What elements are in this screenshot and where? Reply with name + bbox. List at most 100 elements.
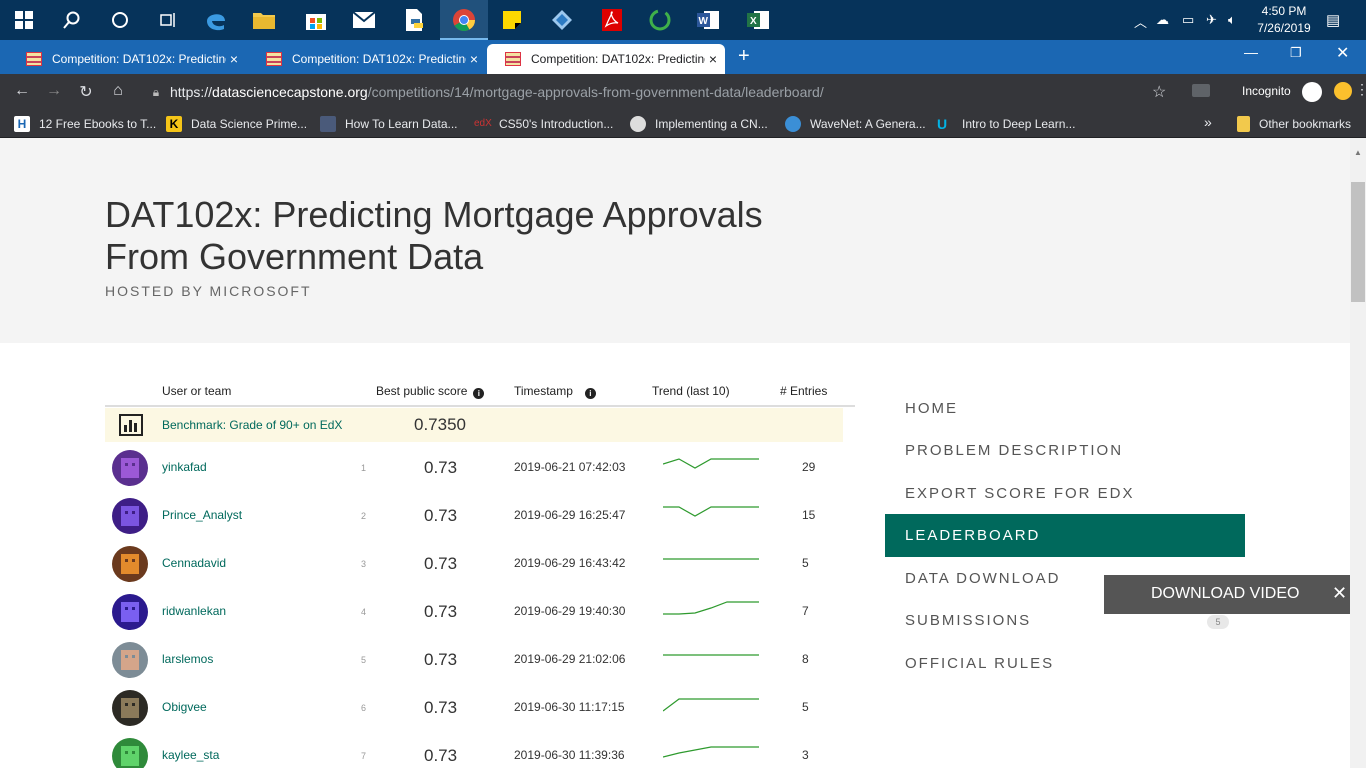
column-header-timestamp[interactable]: Timestamp i xyxy=(514,384,596,399)
team-name-link[interactable]: yinkafad xyxy=(162,460,207,474)
new-tab-button[interactable]: + xyxy=(738,45,750,68)
nav-home[interactable]: HOME xyxy=(885,390,1245,433)
nav-leaderboard[interactable]: LEADERBOARD xyxy=(885,514,1245,557)
word-icon[interactable]: W xyxy=(684,0,732,40)
onedrive-icon[interactable]: ☁ xyxy=(1156,12,1169,28)
task-view-icon[interactable] xyxy=(144,0,192,40)
column-header-score[interactable]: Best public score i xyxy=(376,384,485,399)
bookmark-star-icon[interactable]: ☆ xyxy=(1152,82,1166,102)
avatar[interactable] xyxy=(112,594,148,630)
team-name-link[interactable]: kaylee_sta xyxy=(162,748,219,762)
address-bar[interactable]: 🔒︎ https:// datasciencecapstone.org /com… xyxy=(142,79,1178,105)
chrome-icon[interactable] xyxy=(440,0,488,40)
browser-tab[interactable]: Competition: DAT102x: Predicting Mortgag… xyxy=(248,44,486,74)
team-name-link[interactable]: Cennadavid xyxy=(162,556,226,570)
mail-icon[interactable] xyxy=(340,0,388,40)
column-header-entries[interactable]: # Entries xyxy=(780,384,827,398)
tab-close-icon[interactable]: × xyxy=(470,51,478,67)
bookmark-item[interactable]: edX CS50's Introduction... xyxy=(474,116,613,132)
team-name-link[interactable]: ridwanlekan xyxy=(162,604,226,618)
lock-icon[interactable]: 🔒︎ xyxy=(142,85,170,100)
table-header-divider xyxy=(105,405,855,407)
tab-title: Competition: DAT102x: Predicting Mortgag… xyxy=(52,52,226,66)
edx-favicon-icon: edX xyxy=(474,118,492,129)
windows-start-icon[interactable] xyxy=(0,0,48,40)
taskbar-clock[interactable]: 4:50 PM 7/26/2019 xyxy=(1246,3,1322,37)
browser-tab[interactable]: Competition: DAT102x: Predicting Mortgag… xyxy=(8,44,246,74)
close-icon[interactable]: ✕ xyxy=(1332,583,1347,604)
url-host: datasciencecapstone.org xyxy=(212,84,368,100)
home-icon[interactable]: ⌂ xyxy=(108,82,128,100)
sticky-notes-icon[interactable] xyxy=(488,0,536,40)
team-name-link[interactable]: Obigvee xyxy=(162,700,207,714)
cortana-icon[interactable] xyxy=(96,0,144,40)
sync-app-icon[interactable] xyxy=(636,0,684,40)
bookmark-item[interactable]: Implementing a CN... xyxy=(630,116,768,132)
trend-sparkline xyxy=(663,506,759,517)
rank-number: 2 xyxy=(361,511,367,521)
avatar[interactable] xyxy=(112,546,148,582)
download-video-bar[interactable]: DOWNLOAD VIDEO ✕ xyxy=(1104,575,1350,614)
other-bookmarks[interactable]: Other bookmarks xyxy=(1237,116,1351,132)
window-close-icon[interactable]: ✕ xyxy=(1336,43,1349,63)
avatar[interactable] xyxy=(112,642,148,678)
url-scheme: https:// xyxy=(170,84,213,100)
hosted-by-label: HOSTED BY MICROSOFT xyxy=(105,283,312,299)
airplane-mode-icon[interactable]: ✈ xyxy=(1206,12,1217,28)
tab-title: Competition: DAT102x: Predicting Mortgag… xyxy=(292,52,466,66)
info-icon[interactable]: i xyxy=(473,388,485,399)
battery-icon[interactable]: ▭ xyxy=(1182,12,1194,28)
bookmark-item[interactable]: U Intro to Deep Learn... xyxy=(937,116,1075,132)
minimize-icon[interactable]: — xyxy=(1244,44,1258,60)
team-name-link[interactable]: Prince_Analyst xyxy=(162,508,242,522)
nav-official-rules[interactable]: OFFICIAL RULES xyxy=(885,645,1245,688)
bookmark-item[interactable]: K Data Science Prime... xyxy=(166,116,307,132)
avatar[interactable] xyxy=(112,450,148,486)
bookmarks-overflow-chevron-icon[interactable]: » xyxy=(1204,114,1212,130)
bookmark-item[interactable]: WaveNet: A Genera... xyxy=(785,116,926,132)
scrollbar-thumb[interactable] xyxy=(1351,182,1365,302)
clock-date: 7/26/2019 xyxy=(1257,21,1311,35)
volume-icon[interactable]: 🔈︎ xyxy=(1228,12,1236,28)
excel-icon[interactable]: X xyxy=(734,0,782,40)
tab-close-icon[interactable]: × xyxy=(709,51,717,67)
cast-icon[interactable] xyxy=(1192,84,1210,97)
network-app-icon[interactable] xyxy=(538,0,586,40)
entries-count: 8 xyxy=(802,652,809,666)
back-arrow-icon[interactable]: ← xyxy=(12,82,32,100)
avatar[interactable] xyxy=(112,498,148,534)
store-icon[interactable] xyxy=(292,0,340,40)
acrobat-icon[interactable] xyxy=(588,0,636,40)
tab-close-icon[interactable]: × xyxy=(230,51,238,67)
info-icon[interactable]: i xyxy=(584,388,596,399)
browser-tab-active[interactable]: Competition: DAT102x: Predicting Mortgag… xyxy=(487,44,725,74)
reload-icon[interactable]: ↻ xyxy=(76,82,96,102)
benchmark-name: Benchmark: Grade of 90+ on EdX xyxy=(162,418,343,432)
search-icon[interactable] xyxy=(48,0,96,40)
avatar[interactable] xyxy=(112,690,148,726)
public-score: 0.73 xyxy=(424,698,458,717)
bookmarks-bar: H 12 Free Ebooks to T... K Data Science Pr… xyxy=(0,110,1366,138)
forward-arrow-icon[interactable]: → xyxy=(44,82,64,100)
nav-export-score[interactable]: EXPORT SCORE FOR EDX xyxy=(885,475,1245,518)
nav-problem-description[interactable]: PROBLEM DESCRIPTION xyxy=(885,432,1245,475)
svg-text:X: X xyxy=(750,16,757,27)
chevron-up-icon[interactable]: ︿ xyxy=(1134,12,1147,31)
benchmark-row: Benchmark: Grade of 90+ on EdX 0.7350 xyxy=(105,408,843,442)
menu-kebab-icon[interactable]: ⋮ xyxy=(1355,81,1366,98)
avatar[interactable] xyxy=(112,738,148,768)
profile-avatar-icon[interactable] xyxy=(1334,82,1352,100)
team-name-link[interactable]: larslemos xyxy=(162,652,213,666)
bookmark-item[interactable]: How To Learn Data... xyxy=(320,116,458,132)
page-scrollbar[interactable]: ▲ xyxy=(1350,138,1366,768)
bookmark-item[interactable]: H 12 Free Ebooks to T... xyxy=(14,116,156,132)
edge-browser-icon[interactable] xyxy=(192,0,240,40)
notifications-icon[interactable]: ▤ xyxy=(1326,11,1340,29)
restore-icon[interactable]: ❐ xyxy=(1290,45,1302,61)
download-video-label[interactable]: DOWNLOAD VIDEO xyxy=(1151,585,1299,603)
file-explorer-icon[interactable] xyxy=(240,0,288,40)
python-file-icon[interactable] xyxy=(390,0,438,40)
scroll-up-arrow-icon[interactable]: ▲ xyxy=(1354,148,1362,157)
column-header-user[interactable]: User or team xyxy=(162,384,231,398)
incognito-icon[interactable] xyxy=(1302,82,1322,102)
